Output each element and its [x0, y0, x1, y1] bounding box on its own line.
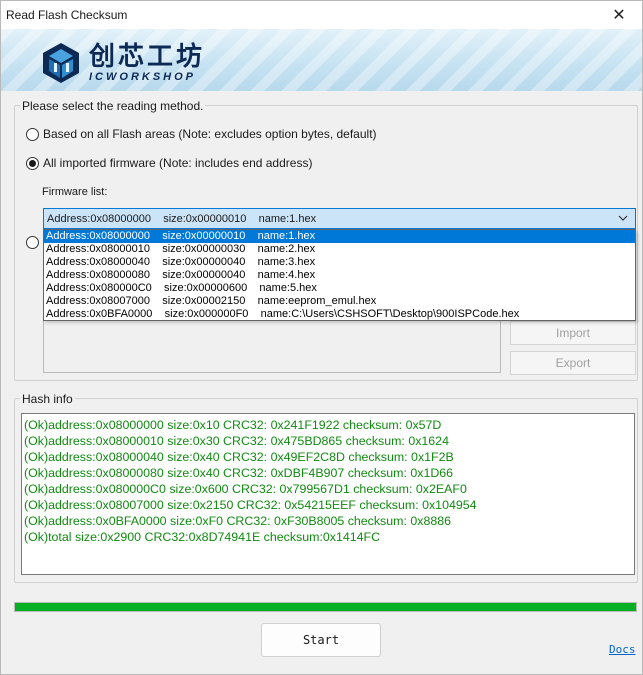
logo-cube-icon	[43, 43, 79, 83]
hash-line: (Ok)address:0x080000C0 size:0x600 CRC32:…	[24, 482, 467, 496]
radio-imported-firmware-label: All imported firmware (Note: includes en…	[43, 156, 313, 170]
progress-bar-fill	[15, 603, 636, 611]
dropdown-item[interactable]: Address:0x08000080 size:0x00000040 name:…	[44, 269, 635, 282]
firmware-select[interactable]: Address:0x08000000 size:0x00000010 name:…	[43, 208, 636, 229]
chevron-down-icon[interactable]	[617, 212, 629, 224]
radio-all-flash-areas-label: Based on all Flash areas (Note: excludes…	[43, 127, 377, 141]
brand-banner: 创芯工坊 ICWORKSHOP	[1, 29, 642, 91]
radio-all-flash-areas[interactable]: Based on all Flash areas (Note: excludes…	[26, 127, 377, 141]
read-flash-checksum-window: Read Flash Checksum ✕ 创芯工坊 ICWORKSHOP Pl…	[0, 0, 643, 675]
start-button[interactable]: Start	[261, 623, 381, 657]
hash-line: (Ok)address:0x08007000 size:0x2150 CRC32…	[24, 498, 477, 512]
radio-all-flash-areas-indicator[interactable]	[26, 127, 39, 141]
dropdown-item[interactable]: Address:0x0BFA0000 size:0x000000F0 name:…	[44, 308, 635, 321]
firmware-dropdown-list[interactable]: Address:0x08000000 size:0x00000010 name:…	[43, 229, 636, 321]
firmware-select-value: Address:0x08000000 size:0x00000010 name:…	[47, 212, 317, 225]
hash-line: (Ok)address:0x08000010 size:0x30 CRC32: …	[24, 434, 449, 448]
radio-imported-firmware[interactable]: All imported firmware (Note: includes en…	[26, 156, 312, 170]
hash-line: (Ok)address:0x08000040 size:0x40 CRC32: …	[24, 450, 454, 464]
hash-line: (Ok)address:0x0BFA0000 size:0xF0 CRC32: …	[24, 514, 452, 528]
progress-bar	[14, 602, 637, 612]
logo: 创芯工坊 ICWORKSHOP	[39, 41, 205, 85]
hash-line: (Ok)total size:0x2900 CRC32:0x8D74941E c…	[24, 530, 381, 544]
dropdown-item[interactable]: Address:0x080000C0 size:0x00000600 name:…	[44, 282, 635, 295]
dropdown-item[interactable]: Address:0x08000010 size:0x00000030 name:…	[44, 243, 635, 256]
radio-custom-range-indicator[interactable]	[26, 236, 39, 249]
dropdown-item[interactable]: Address:0x08000000 size:0x00000010 name:…	[44, 230, 635, 243]
radio-imported-firmware-indicator[interactable]	[26, 156, 39, 170]
hash-output-text[interactable]: (Ok)address:0x08000000 size:0x10 CRC32: …	[21, 413, 635, 575]
hash-info-title: Hash info	[20, 392, 75, 406]
hash-line: (Ok)address:0x08000080 size:0x40 CRC32: …	[24, 466, 454, 480]
firmware-list-label: Firmware list:	[42, 186, 108, 198]
title-bar[interactable]: Read Flash Checksum ✕	[1, 1, 642, 29]
window-title: Read Flash Checksum	[6, 8, 128, 22]
export-button[interactable]: Export	[510, 351, 636, 375]
logo-english-text: ICWORKSHOP	[89, 71, 196, 83]
hash-line: (Ok)address:0x08000000 size:0x10 CRC32: …	[24, 418, 442, 432]
reading-method-title: Please select the reading method.	[20, 99, 206, 113]
logo-chinese-text: 创芯工坊	[89, 42, 206, 72]
dropdown-item[interactable]: Address:0x08007000 size:0x00002150 name:…	[44, 295, 635, 308]
import-button[interactable]: Import	[510, 321, 636, 345]
docs-link[interactable]: Docs	[609, 643, 636, 656]
close-icon[interactable]: ✕	[596, 1, 642, 29]
dropdown-item[interactable]: Address:0x08000040 size:0x00000040 name:…	[44, 256, 635, 269]
